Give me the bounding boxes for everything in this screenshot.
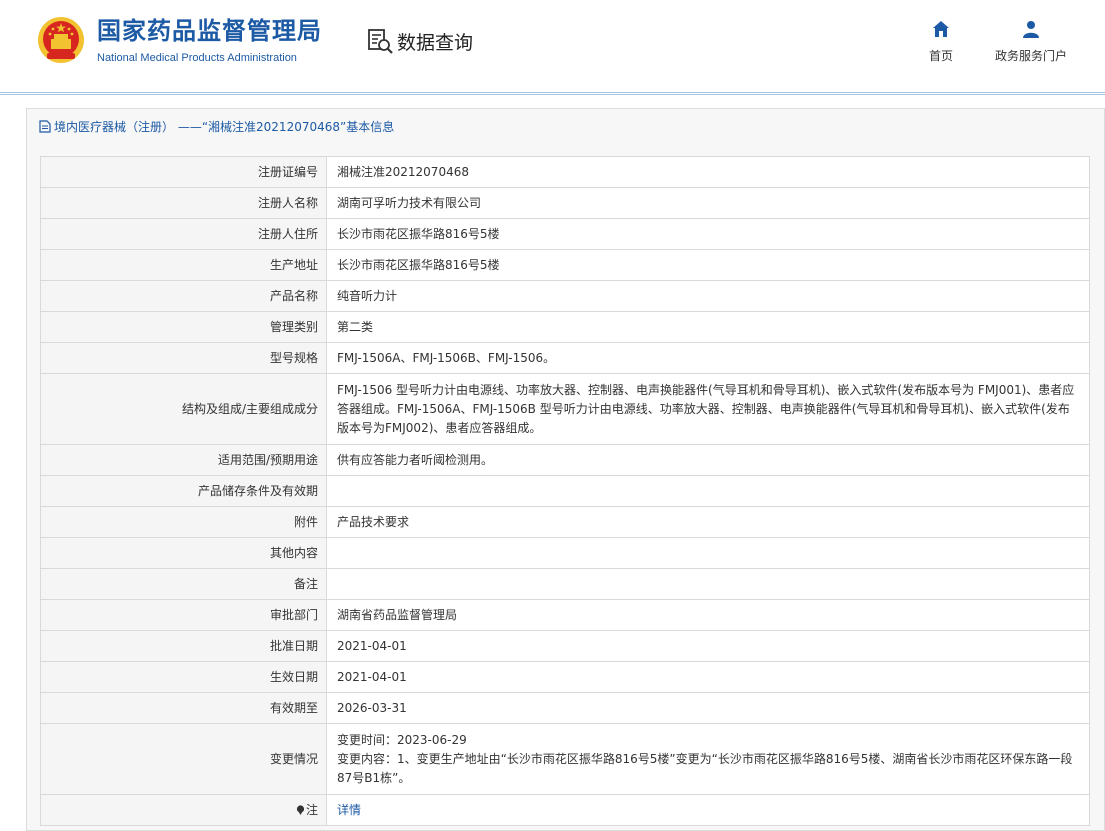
field-label: 管理类别 — [40, 311, 327, 343]
nav-service-portal[interactable]: 政务服务门户 — [988, 20, 1074, 64]
section-title: 数据查询 — [397, 31, 474, 54]
field-value: 详情 — [326, 794, 1090, 826]
info-table: 注册证编号 湘械注准20212070468 注册人名称 湖南可孚听力技术有限公司 注… — [40, 156, 1090, 826]
field-label: 注册人住所 — [40, 218, 327, 250]
field-value: 供有应答能力者听阈检测用。 — [326, 444, 1090, 476]
table-row: 注册人名称 湖南可孚听力技术有限公司 — [40, 187, 1090, 219]
field-label: 审批部门 — [40, 599, 327, 631]
field-label: 适用范围/预期用途 — [40, 444, 327, 476]
field-value: 湖南省药品监督管理局 — [326, 599, 1090, 631]
header-divider — [0, 92, 1105, 95]
field-label: 生效日期 — [40, 661, 327, 693]
nav-home[interactable]: 首页 — [924, 20, 958, 64]
field-value — [326, 475, 1090, 507]
table-row: 管理类别 第二类 — [40, 311, 1090, 343]
table-row: 附件 产品技术要求 — [40, 506, 1090, 538]
nav-home-label: 首页 — [928, 49, 953, 63]
field-value: 2021-04-01 — [326, 661, 1090, 693]
pin-icon — [296, 804, 305, 815]
panel-title: 境内医疗器械（注册） ——“湘械注准20212070468”基本信息 — [39, 118, 394, 135]
table-row: 型号规格 FMJ-1506A、FMJ-1506B、FMJ-1506。 — [40, 342, 1090, 374]
table-row: 批准日期 2021-04-01 — [40, 630, 1090, 662]
home-icon — [933, 21, 949, 37]
table-row: 注册人住所 长沙市雨花区振华路816号5楼 — [40, 218, 1090, 250]
field-label: 变更情况 — [40, 723, 327, 795]
note-row: 注 详情 — [40, 794, 1090, 826]
table-row: 生效日期 2021-04-01 — [40, 661, 1090, 693]
field-label: 注册证编号 — [40, 156, 327, 188]
field-value: 纯音听力计 — [326, 280, 1090, 312]
field-value: 长沙市雨花区振华路816号5楼 — [326, 249, 1090, 281]
field-label: 结构及组成/主要组成成分 — [40, 373, 327, 445]
document-icon — [39, 120, 51, 133]
table-row: 其他内容 — [40, 537, 1090, 569]
table-row: 结构及组成/主要组成成分 FMJ-1506 型号听力计由电源线、功率放大器、控制器… — [40, 373, 1090, 445]
field-label: 产品名称 — [40, 280, 327, 312]
change-row: 变更情况 变更时间：2023-06-29 变更内容：1、变更生产地址由“长沙市雨… — [40, 723, 1090, 795]
panel-title-text: 境内医疗器械（注册） ——“湘械注准20212070468”基本信息 — [54, 120, 395, 134]
national-emblem-icon — [38, 17, 84, 63]
site-brand[interactable]: 国家药品监督管理局 National Medical Products Admi… — [97, 16, 322, 64]
field-value: 第二类 — [326, 311, 1090, 343]
detail-panel: 境内医疗器械（注册） ——“湘械注准20212070468”基本信息 注册证编号… — [26, 108, 1105, 831]
note-label: 注 — [305, 802, 318, 817]
user-icon — [1023, 21, 1039, 38]
field-label: 注 — [40, 794, 327, 826]
field-value — [326, 568, 1090, 600]
field-value: 长沙市雨花区振华路816号5楼 — [326, 218, 1090, 250]
field-label: 有效期至 — [40, 692, 327, 724]
field-value: 2026-03-31 — [326, 692, 1090, 724]
change-time: 变更时间：2023-06-29 — [337, 732, 467, 747]
field-label: 注册人名称 — [40, 187, 327, 219]
field-label: 其他内容 — [40, 537, 327, 569]
field-label: 备注 — [40, 568, 327, 600]
field-value — [326, 537, 1090, 569]
table-row: 适用范围/预期用途 供有应答能力者听阈检测用。 — [40, 444, 1090, 476]
field-value: 产品技术要求 — [326, 506, 1090, 538]
field-value: 湘械注准20212070468 — [326, 156, 1090, 188]
site-name-cn: 国家药品监督管理局 — [97, 17, 322, 45]
field-label: 型号规格 — [40, 342, 327, 374]
field-value: 湖南可孚听力技术有限公司 — [326, 187, 1090, 219]
table-row: 生产地址 长沙市雨花区振华路816号5楼 — [40, 249, 1090, 281]
table-row: 注册证编号 湘械注准20212070468 — [40, 156, 1090, 188]
change-details: 变更时间：2023-06-29 变更内容：1、变更生产地址由“长沙市雨花区振华路… — [326, 723, 1090, 795]
field-label: 产品储存条件及有效期 — [40, 475, 327, 507]
table-row: 产品储存条件及有效期 — [40, 475, 1090, 507]
field-label: 生产地址 — [40, 249, 327, 281]
table-row: 备注 — [40, 568, 1090, 600]
document-search-icon — [368, 29, 393, 54]
field-value: FMJ-1506A、FMJ-1506B、FMJ-1506。 — [326, 342, 1090, 374]
field-value: 2021-04-01 — [326, 630, 1090, 662]
field-label: 附件 — [40, 506, 327, 538]
data-query-section: 数据查询 — [366, 27, 473, 55]
field-value: FMJ-1506 型号听力计由电源线、功率放大器、控制器、电声换能器件(气导耳机… — [326, 373, 1090, 445]
change-content: 变更内容：1、变更生产地址由“长沙市雨花区振华路816号5楼”变更为“长沙市雨花… — [337, 751, 1073, 785]
details-link[interactable]: 详情 — [337, 803, 361, 817]
table-row: 有效期至 2026-03-31 — [40, 692, 1090, 724]
site-name-en: National Medical Products Administration — [97, 52, 297, 64]
table-row: 审批部门 湖南省药品监督管理局 — [40, 599, 1090, 631]
field-label: 批准日期 — [40, 630, 327, 662]
nav-portal-label: 政务服务门户 — [994, 49, 1067, 63]
table-row: 产品名称 纯音听力计 — [40, 280, 1090, 312]
site-header: 国家药品监督管理局 National Medical Products Admi… — [0, 0, 1105, 88]
